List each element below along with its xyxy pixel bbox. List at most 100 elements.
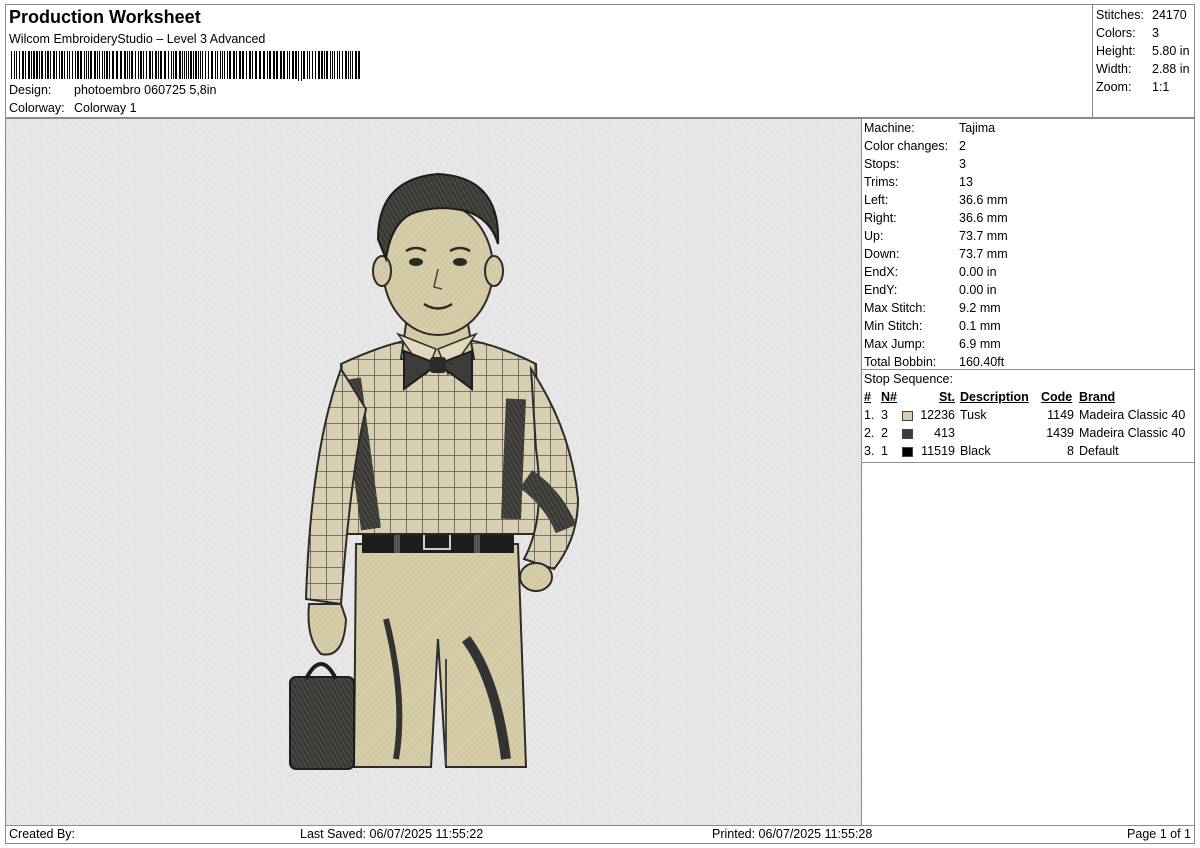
barcode-bar bbox=[229, 51, 231, 79]
barcode-bar bbox=[158, 51, 159, 79]
info-row: Trims: 13 bbox=[864, 175, 973, 189]
barcode-bar bbox=[106, 51, 108, 79]
col-header-description: Description bbox=[960, 390, 1029, 404]
barcode-bar bbox=[175, 51, 177, 79]
info-row: Max Stitch: 9.2 mm bbox=[864, 301, 1001, 315]
barcode-bar bbox=[220, 51, 221, 79]
stat-colors: Colors: 3 bbox=[1096, 26, 1159, 40]
design-value: photoembro 060725 5,8in bbox=[74, 83, 217, 97]
barcode-bar bbox=[53, 51, 55, 79]
barcode-bar bbox=[116, 51, 118, 79]
barcode-bar bbox=[164, 51, 166, 79]
stat-width: Width: 2.88 in bbox=[1096, 62, 1190, 76]
barcode-bar bbox=[14, 51, 15, 79]
barcode-bar bbox=[86, 51, 87, 79]
software-subtitle: Wilcom EmbroideryStudio – Level 3 Advanc… bbox=[9, 32, 266, 46]
row-description: Black bbox=[960, 444, 991, 458]
row-n: 3 bbox=[881, 408, 888, 422]
info-row: EndY: 0.00 in bbox=[864, 283, 997, 297]
embroidery-design-image bbox=[6, 119, 861, 825]
color-swatch bbox=[902, 447, 913, 457]
row-description: Tusk bbox=[960, 408, 987, 422]
color-swatch bbox=[902, 411, 913, 421]
barcode-bar bbox=[324, 51, 325, 79]
barcode-bar bbox=[198, 51, 199, 79]
barcode-bar bbox=[337, 51, 338, 79]
barcode-bar bbox=[358, 51, 360, 79]
barcode-bar bbox=[168, 51, 169, 79]
barcode-bar bbox=[182, 51, 183, 79]
barcode-bar bbox=[97, 51, 98, 79]
row-brand: Madeira Classic 40 bbox=[1079, 408, 1186, 422]
info-row: Down: 73.7 mm bbox=[864, 247, 1008, 261]
info-row: Machine: Tajima bbox=[864, 121, 996, 135]
stats-panel: Stitches: 24170 Colors: 3 Height: 5.80 in W… bbox=[1092, 5, 1194, 117]
col-header-code: Code bbox=[1041, 390, 1073, 404]
barcode-bar bbox=[50, 51, 51, 79]
barcode-bar bbox=[104, 51, 105, 79]
barcode-bar bbox=[295, 51, 297, 79]
barcode-bar bbox=[69, 51, 70, 79]
barcode-bar bbox=[19, 51, 20, 79]
worksheet-footer: Created By: Last Saved: 06/07/2025 11:55… bbox=[5, 825, 1195, 844]
row-brand: Default bbox=[1079, 444, 1119, 458]
info-row: Right: 36.6 mm bbox=[864, 211, 1008, 225]
barcode-bar bbox=[252, 51, 253, 79]
barcode-bar bbox=[259, 51, 261, 79]
row-code: 1439 bbox=[1046, 426, 1074, 440]
barcode-bar bbox=[36, 51, 38, 79]
created-by: Created By: bbox=[9, 827, 76, 841]
barcode-bar bbox=[215, 51, 216, 79]
barcode-bar bbox=[249, 51, 251, 79]
barcode-bar bbox=[160, 51, 162, 79]
barcode-bar bbox=[312, 51, 313, 79]
barcode-bar bbox=[208, 51, 209, 79]
barcode-bar bbox=[200, 51, 201, 79]
barcode-bar bbox=[263, 51, 265, 79]
barcode-bar bbox=[72, 51, 73, 79]
barcode-bar bbox=[211, 51, 213, 79]
barcode-bar bbox=[190, 51, 192, 79]
barcode-bar bbox=[326, 51, 328, 79]
barcode-bar bbox=[56, 51, 57, 79]
barcode-bar bbox=[22, 51, 24, 79]
barcode-bar bbox=[283, 51, 285, 79]
printed-date: Printed: 06/07/2025 11:55:28 bbox=[712, 827, 873, 841]
barcode-bar bbox=[124, 51, 126, 79]
barcode-bar bbox=[41, 51, 43, 79]
barcode-bar bbox=[236, 51, 237, 79]
barcode-bar bbox=[102, 51, 103, 79]
barcode-bar bbox=[342, 51, 343, 79]
barcode-bar bbox=[222, 51, 223, 79]
barcode-bar bbox=[287, 51, 288, 79]
row-num: 3. bbox=[864, 444, 875, 458]
row-n: 2 bbox=[881, 426, 888, 440]
barcode-bar bbox=[171, 51, 172, 79]
barcode-bar bbox=[339, 51, 340, 79]
machine-info-panel: Machine: Tajima Color changes: 2 Stops: 3 T… bbox=[861, 118, 1195, 826]
row-stitches: 413 bbox=[934, 426, 955, 440]
barcode-bar bbox=[321, 51, 323, 79]
row-n: 1 bbox=[881, 444, 888, 458]
barcode-bar bbox=[350, 51, 351, 79]
barcode-bar bbox=[112, 51, 114, 79]
barcode-bar bbox=[355, 51, 357, 79]
barcode-bar bbox=[39, 51, 40, 79]
barcode-bar bbox=[298, 51, 299, 81]
barcode-bar bbox=[289, 51, 290, 79]
barcode-bar bbox=[45, 51, 46, 79]
barcode-bar bbox=[64, 51, 65, 79]
barcode-bar bbox=[99, 51, 100, 79]
barcode-bar bbox=[84, 51, 85, 79]
barcode-bar bbox=[138, 51, 139, 79]
barcode-bar bbox=[120, 51, 122, 79]
barcode-bar bbox=[330, 51, 331, 79]
info-row: Stops: 3 bbox=[864, 157, 966, 171]
barcode-bar bbox=[195, 51, 197, 79]
design-row: Design: photoembro 060725 5,8in bbox=[9, 83, 216, 97]
barcode-bar bbox=[140, 51, 142, 79]
barcode-bar bbox=[202, 51, 203, 79]
row-num: 2. bbox=[864, 426, 875, 440]
page-number: Page 1 of 1 bbox=[1127, 827, 1191, 841]
barcode-bar bbox=[332, 51, 333, 79]
